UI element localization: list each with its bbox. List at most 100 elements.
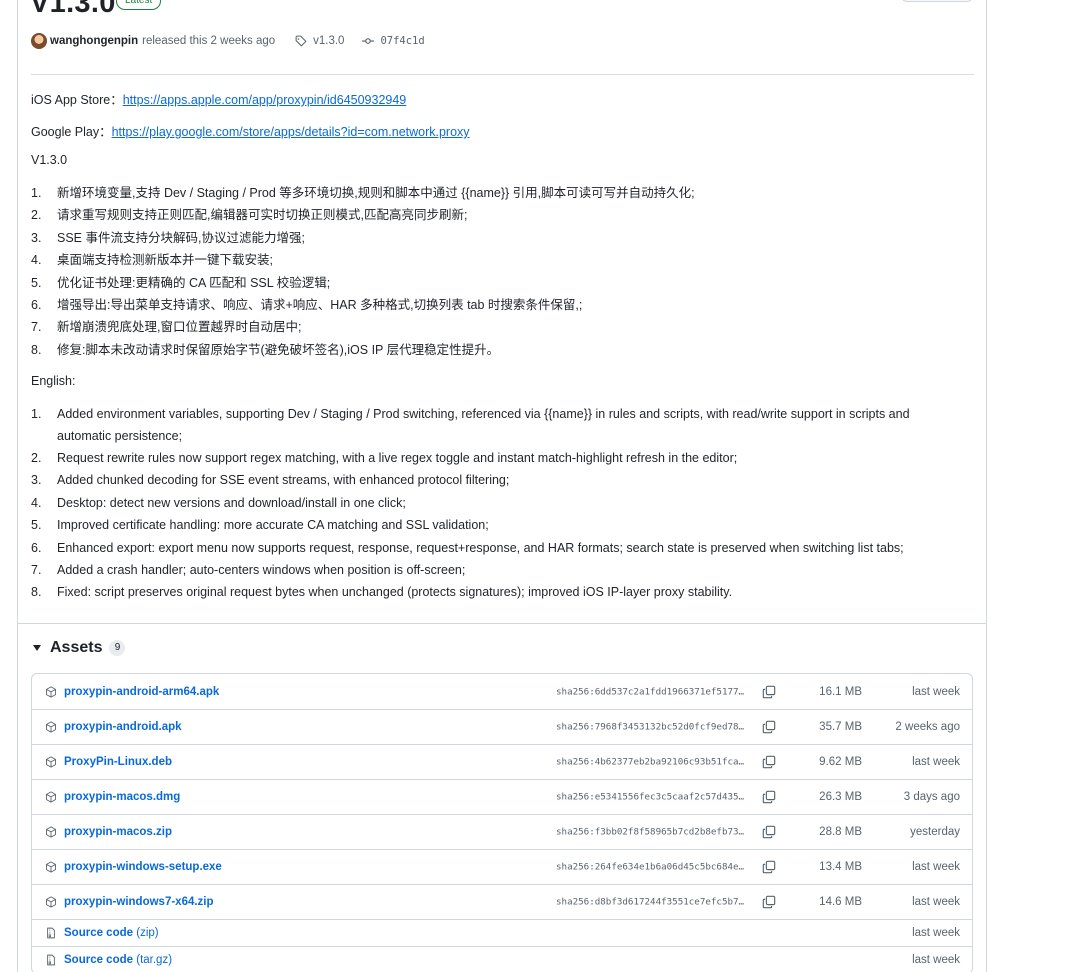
list-item: 2. Request rewrite rules now support rege…	[31, 451, 738, 465]
asset-date: 3 days ago	[903, 791, 960, 803]
list-item: 7. 新增崩溃兜底处理,窗口位置越界时自动居中;	[31, 320, 302, 335]
asset-size: 9.62 MB	[819, 756, 862, 768]
asset-row: proxypin-android.apk sha256:7968f3453132…	[32, 709, 972, 744]
package-icon	[46, 685, 56, 698]
source-row: Source code (zip) last week	[32, 919, 972, 946]
ios-store-line: iOS App Store：https://apps.apple.com/app…	[31, 89, 406, 108]
file-zip-icon	[47, 927, 55, 939]
list-item: 4. Desktop: detect new versions and downl…	[31, 495, 406, 510]
asset-name-link[interactable]: proxypin-android-arm64.apk	[64, 686, 219, 698]
asset-size: 26.3 MB	[819, 791, 862, 803]
asset-size: 28.8 MB	[819, 826, 862, 838]
list-item: 6. 增强导出:导出菜单支持请求、响应、请求+响应、HAR 多种格式,切换列表 t…	[31, 298, 583, 313]
package-icon	[46, 756, 56, 768]
tag-link[interactable]: v1.3.0	[313, 35, 344, 47]
copy-icon[interactable]	[762, 685, 776, 699]
commit-icon	[362, 38, 375, 44]
source-zip-link[interactable]: Source code (zip)	[64, 927, 159, 939]
caret-down-icon	[33, 645, 41, 651]
asset-sha: sha256:f3bb02f8f58965b7cd2b8efb73…	[556, 826, 745, 838]
asset-sha: sha256:7968f3453132bc52d0fcf9ed78…	[556, 721, 745, 733]
list-item: 8. Fixed: script preserves original reque…	[31, 585, 733, 600]
package-icon	[46, 861, 56, 873]
copy-icon[interactable]	[762, 755, 776, 769]
commit-link[interactable]: 07f4c1d	[380, 35, 424, 47]
list-item: 6. Enhanced export: export menu now suppo…	[31, 540, 904, 555]
list-item: 4. 桌面端支持检测新版本并一键下载安装;	[31, 253, 273, 268]
package-icon	[46, 896, 56, 908]
source-row: Source code (tar.gz) last week	[32, 946, 972, 972]
assets-count-badge: 9	[109, 640, 126, 656]
asset-date: last week	[912, 861, 960, 873]
copy-icon[interactable]	[762, 895, 776, 909]
version-heading: V1.3.0	[31, 153, 68, 167]
assets-toggle[interactable]: Assets 9	[33, 638, 126, 658]
asset-name-link[interactable]: proxypin-macos.dmg	[64, 791, 180, 803]
list-item: 1. 新增环境变量,支持 Dev / Staging / Prod 等多环境切换,…	[31, 186, 695, 200]
asset-size: 14.6 MB	[819, 896, 862, 908]
list-item: 3. SSE 事件流支持分块解码,协议过滤能力增强;	[31, 230, 305, 245]
google-play-line: Google Play：https://play.google.com/stor…	[31, 121, 470, 140]
asset-sha: sha256:d8bf3d617244f3551ce7efc5b7…	[556, 896, 745, 908]
asset-sha: sha256:264fe634e1b6a06d45c5bc684e…	[556, 861, 745, 873]
list-item: 5. Improved certificate handling: more ac…	[31, 518, 489, 533]
asset-size: 13.4 MB	[819, 861, 862, 873]
asset-name-link[interactable]: proxypin-windows7-x64.zip	[64, 896, 214, 908]
copy-icon[interactable]	[762, 825, 776, 839]
asset-sha: sha256:4b62377eb2ba92106c93b51fca…	[556, 756, 745, 768]
copy-icon[interactable]	[762, 860, 776, 874]
asset-date: yesterday	[910, 826, 960, 838]
asset-name-link[interactable]: ProxyPin-Linux.deb	[64, 756, 172, 768]
asset-row: proxypin-android-arm64.apk sha256:6dd537…	[32, 674, 972, 709]
asset-name-link[interactable]: proxypin-macos.zip	[64, 826, 172, 838]
package-icon	[46, 826, 56, 838]
asset-date: last week	[912, 927, 960, 939]
tag-icon	[295, 35, 307, 47]
ios-store-link[interactable]: https://apps.apple.com/app/proxypin/id64…	[123, 93, 407, 107]
released-text: released this 2 weeks ago	[142, 35, 276, 47]
meta-divider	[31, 74, 974, 75]
package-icon	[46, 791, 56, 803]
asset-date: last week	[912, 685, 960, 698]
ios-store-label: iOS App Store：	[31, 93, 123, 107]
asset-name-link[interactable]: proxypin-windows-setup.exe	[64, 861, 222, 873]
author-avatar[interactable]	[31, 33, 47, 49]
asset-name-link[interactable]: proxypin-android.apk	[64, 721, 182, 733]
release-meta: wanghongenpin released this 2 weeks ago …	[31, 32, 425, 50]
author-link[interactable]: wanghongenpin	[50, 35, 138, 47]
asset-row: proxypin-windows7-x64.zip sha256:d8bf3d6…	[32, 884, 972, 919]
asset-row: ProxyPin-Linux.deb sha256:4b62377eb2ba92…	[32, 744, 972, 779]
copy-icon[interactable]	[762, 790, 776, 804]
asset-date: last week	[912, 954, 960, 966]
asset-size: 16.1 MB	[819, 685, 862, 698]
list-item: 5. 优化证书处理:更精确的 CA 匹配和 SSL 校验逻辑;	[31, 275, 331, 290]
release-action-button[interactable]	[901, 0, 973, 2]
asset-date: last week	[912, 896, 960, 908]
list-item: 8. 修复:脚本未改动请求时保留原始字节(避免破坏签名),iOS IP 层代理稳定…	[31, 342, 500, 357]
asset-date: last week	[912, 756, 960, 768]
asset-row: proxypin-macos.zip sha256:f3bb02f8f58965…	[32, 814, 972, 849]
source-targz-link[interactable]: Source code (tar.gz)	[64, 954, 172, 966]
list-item: 7. Added a crash handler; auto-centers wi…	[31, 563, 466, 578]
notes-zh-list: 1. 新增环境变量,支持 Dev / Staging / Prod 等多环境切换,…	[31, 182, 695, 361]
list-item: 2. 请求重写规则支持正则匹配,编辑器可实时切换正则模式,匹配高亮同步刷新;	[31, 208, 468, 223]
asset-sha: sha256:e5341556fec3c5caaf2c57d435…	[556, 791, 745, 803]
latest-badge: Latest	[116, 0, 162, 10]
google-play-label: Google Play：	[31, 125, 112, 139]
google-play-link[interactable]: https://play.google.com/store/apps/detai…	[112, 125, 470, 139]
file-zip-icon	[47, 954, 55, 966]
copy-icon[interactable]	[762, 720, 776, 734]
notes-en-list: 1. Added environment variables, supportin…	[31, 403, 956, 604]
release-title: V1.3.0	[30, 0, 116, 19]
assets-list: proxypin-android-arm64.apk sha256:6dd537…	[31, 673, 973, 972]
asset-row: proxypin-windows-setup.exe sha256:264fe6…	[32, 849, 972, 884]
asset-row: proxypin-macos.dmg sha256:e5341556fec3c5…	[32, 779, 972, 814]
package-icon	[46, 721, 56, 733]
english-heading: English:	[31, 374, 76, 388]
list-item: 3. Added chunked decoding for SSE event s…	[31, 473, 510, 488]
assets-divider	[17, 623, 987, 624]
asset-date: 2 weeks ago	[895, 721, 960, 733]
asset-sha: sha256:6dd537c2a1fdd1966371ef5177…	[556, 686, 745, 697]
list-item: 1. Added environment variables, supportin…	[31, 407, 910, 443]
asset-size: 35.7 MB	[819, 721, 862, 733]
